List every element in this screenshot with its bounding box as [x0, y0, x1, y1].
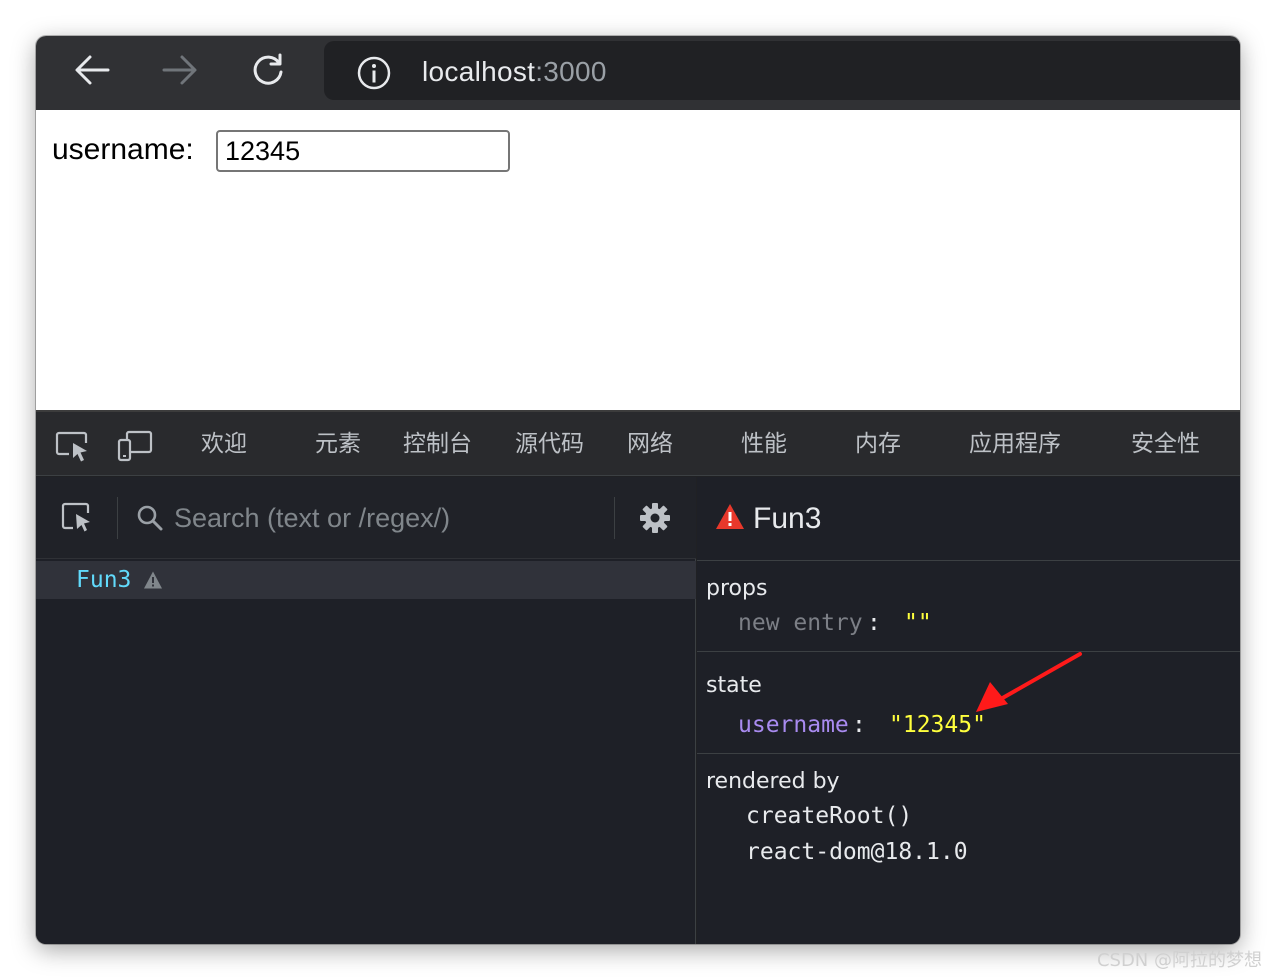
rendered-by-section: rendered by createRoot() react-dom@18.1.… — [697, 755, 1240, 944]
rendered-by-item: createRoot() — [746, 803, 913, 829]
search-icon — [137, 505, 163, 531]
settings-separator — [614, 497, 615, 539]
state-colon: : — [852, 712, 866, 738]
url-host: localhost — [422, 56, 536, 87]
rendered-by-item: react-dom@18.1.0 — [746, 839, 968, 865]
state-label: state — [706, 673, 762, 698]
info-icon[interactable] — [356, 55, 392, 91]
tab-sources[interactable]: 源代码 — [515, 428, 584, 460]
page-viewport: username: — [36, 110, 1240, 410]
url-port: :3000 — [535, 56, 607, 87]
reload-icon — [253, 53, 283, 85]
address-url[interactable]: localhost:3000 — [422, 55, 607, 89]
arrow-right-icon — [162, 55, 197, 85]
gear-icon[interactable] — [639, 502, 671, 534]
address-bar[interactable]: localhost:3000 — [324, 41, 1240, 100]
tab-network[interactable]: 网络 — [627, 428, 673, 460]
props-colon: : — [867, 610, 881, 636]
details-header: Fun3 — [697, 477, 1240, 561]
error-icon — [716, 504, 744, 529]
props-section: props new entry : "" — [697, 562, 1240, 652]
device-toolbar-icon[interactable] — [116, 429, 154, 463]
arrow-left-icon — [75, 55, 110, 85]
tab-elements[interactable]: 元素 — [315, 428, 361, 460]
inspect-element-icon[interactable] — [54, 429, 92, 463]
tab-security[interactable]: 安全性 — [1131, 428, 1200, 460]
username-input[interactable] — [216, 130, 510, 172]
search-separator — [117, 497, 118, 539]
selected-component-title: Fun3 — [753, 502, 822, 535]
username-label: username: — [52, 133, 194, 166]
watermark: CSDN @阿拉的梦想 — [1096, 950, 1262, 971]
tree-item-fun3[interactable]: Fun3 — [36, 561, 696, 599]
devtools-tabbar: 欢迎 元素 控制台 源代码 网络 性能 内存 应用程序 安全性 — [36, 410, 1240, 476]
forward-button[interactable] — [158, 50, 202, 90]
search-input[interactable] — [174, 495, 604, 541]
browser-window: localhost:3000 username: 欢迎 元素 控制台 源代码 网… — [36, 36, 1240, 944]
select-component-icon[interactable] — [60, 501, 94, 535]
warning-icon — [144, 571, 162, 589]
tab-performance[interactable]: 性能 — [741, 428, 787, 460]
new-entry-value[interactable]: "" — [904, 607, 932, 639]
browser-toolbar: localhost:3000 — [36, 36, 1240, 110]
components-tree-pane: Fun3 — [36, 477, 696, 944]
tab-application[interactable]: 应用程序 — [969, 428, 1061, 460]
tree-component-name: Fun3 — [76, 567, 132, 593]
reload-button[interactable] — [246, 50, 290, 90]
tab-welcome[interactable]: 欢迎 — [201, 428, 247, 460]
state-username-key: username — [738, 712, 849, 738]
annotation-arrow-icon — [976, 652, 1082, 712]
props-label: props — [706, 576, 768, 601]
rendered-by-label: rendered by — [706, 769, 840, 794]
back-button[interactable] — [70, 50, 114, 90]
new-entry-key[interactable]: new entry — [738, 607, 863, 639]
tree-search-bar — [36, 477, 696, 559]
tab-console[interactable]: 控制台 — [403, 428, 472, 460]
tab-memory[interactable]: 内存 — [855, 428, 901, 460]
